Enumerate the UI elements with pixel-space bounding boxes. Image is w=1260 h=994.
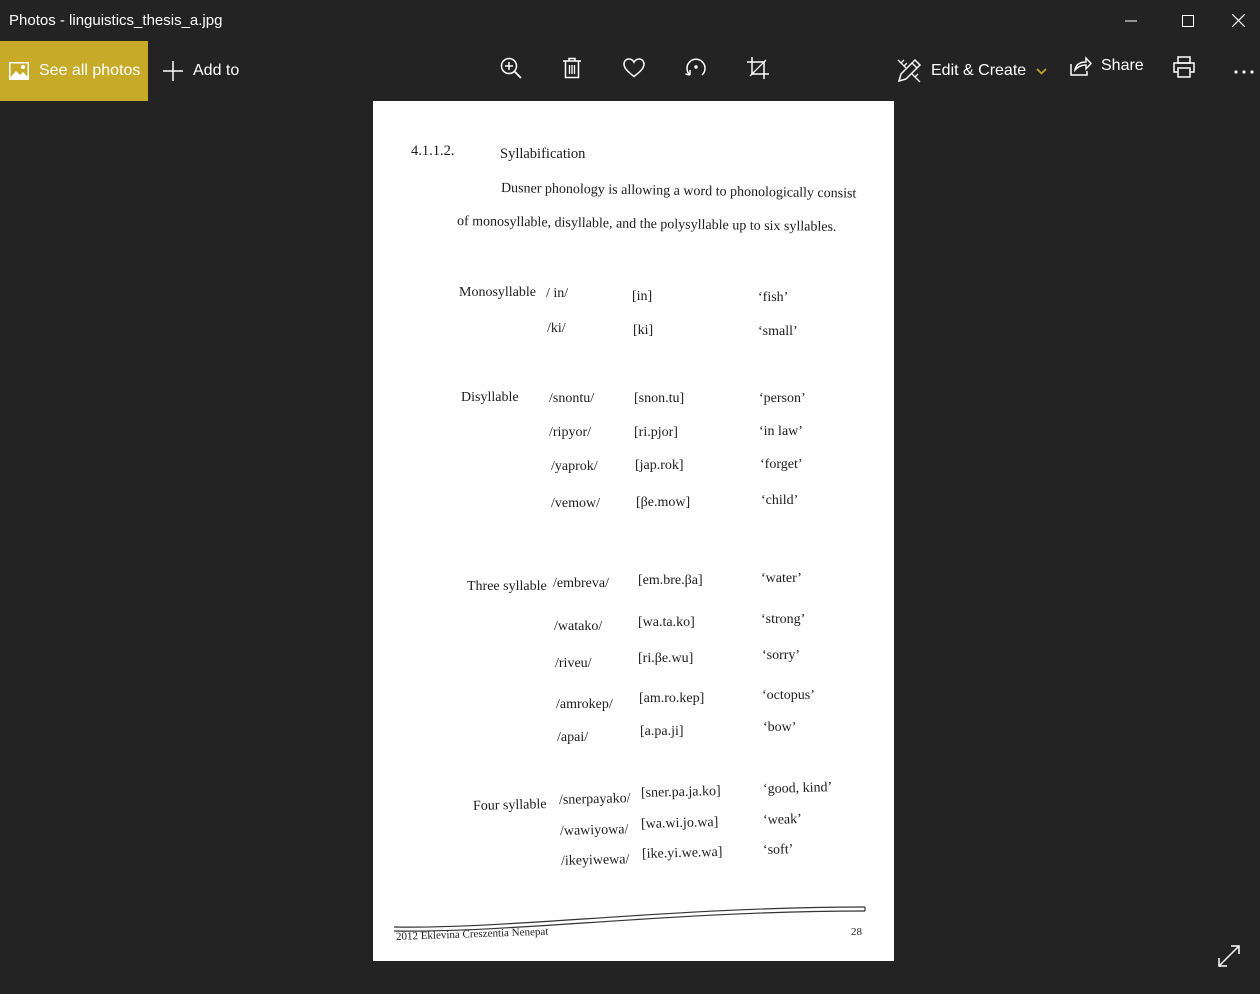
phonemic-form: / in/ <box>546 286 569 301</box>
phonetic-form: [βe.mow] <box>636 495 691 510</box>
gloss: ‘soft’ <box>762 842 794 858</box>
share-label: Share <box>1101 57 1144 74</box>
rotate-icon <box>684 56 708 80</box>
close-icon <box>1231 14 1245 27</box>
group-label-four-syllable: Four syllable <box>472 797 547 814</box>
section-title: Syllabification <box>500 146 586 162</box>
edit-create-icon <box>896 58 922 84</box>
phonetic-form: [a.pa.ji] <box>640 724 684 739</box>
phonetic-form: [sner.pa.ja.ko] <box>640 783 721 801</box>
print-icon <box>1173 56 1195 78</box>
phonemic-form: /ki/ <box>547 321 566 336</box>
phonetic-form: [ki] <box>633 323 654 338</box>
plus-icon <box>162 60 184 82</box>
maximize-button[interactable] <box>1160 0 1216 41</box>
gloss: ‘weak’ <box>762 811 803 828</box>
minimize-icon <box>1125 15 1137 27</box>
share-button[interactable]: Share <box>1070 56 1144 76</box>
crop-button[interactable] <box>743 53 773 83</box>
see-all-photos-button[interactable]: See all photos <box>0 41 148 101</box>
phonetic-form: [wa.wi.jo.wa] <box>640 814 719 832</box>
phonemic-form: /ikeyiwewa/ <box>560 852 630 869</box>
rotate-button[interactable] <box>681 53 711 83</box>
phonemic-form: /amrokep/ <box>556 697 613 712</box>
edit-create-label: Edit & Create <box>931 62 1027 79</box>
edit-create-button[interactable]: Edit & Create <box>896 58 1047 84</box>
phonemic-form: /wawiyowa/ <box>559 822 629 839</box>
phonemic-form: /watako/ <box>554 619 603 634</box>
phonemic-form: /ripyor/ <box>549 425 591 440</box>
paragraph-line-2: of monosyllable, disyllable, and the pol… <box>456 214 837 235</box>
phonemic-form: /apai/ <box>557 730 589 745</box>
maximize-icon <box>1182 14 1194 27</box>
add-to-button[interactable]: Add to <box>162 60 239 82</box>
favorite-button[interactable] <box>619 53 649 83</box>
print-button[interactable] <box>1169 52 1199 82</box>
phonetic-form: [em.bre.βa] <box>638 573 703 588</box>
fullscreen-button[interactable] <box>1216 943 1242 969</box>
more-options-button[interactable] <box>1229 57 1259 87</box>
phonemic-form: /snerpayako/ <box>558 791 631 808</box>
group-label-three-syllable: Three syllable <box>467 579 547 594</box>
phonemic-form: /vemow/ <box>551 496 600 511</box>
phonetic-form: [snon.tu] <box>634 391 685 406</box>
group-label-monosyllable: Monosyllable <box>459 285 536 300</box>
add-to-label: Add to <box>193 62 240 79</box>
photo-page: 4.1.1.2. Syllabification Dusner phonolog… <box>373 101 894 961</box>
phonetic-form: [ike.yi.we.wa] <box>641 844 723 862</box>
group-label-disyllable: Disyllable <box>461 390 519 405</box>
title-bar: Photos - linguistics_thesis_a.jpg <box>0 0 1260 41</box>
gloss: ‘person’ <box>759 391 806 406</box>
chevron-down-icon <box>1036 67 1047 75</box>
phonemic-form: /yaprok/ <box>551 459 598 474</box>
gloss: ‘forget’ <box>760 457 803 472</box>
gloss: ‘strong’ <box>761 612 806 627</box>
gloss: ‘small’ <box>758 324 798 339</box>
zoom-in-icon <box>500 57 522 79</box>
page-number: 28 <box>851 926 862 938</box>
see-all-photos-label: See all photos <box>39 62 141 79</box>
minimize-button[interactable] <box>1103 0 1159 41</box>
window-title: Photos - linguistics_thesis_a.jpg <box>9 12 223 29</box>
delete-icon <box>563 57 581 79</box>
phonetic-form: [wa.ta.ko] <box>638 615 695 630</box>
photos-icon <box>9 62 29 80</box>
heart-icon <box>623 58 645 78</box>
delete-button[interactable] <box>557 53 587 83</box>
gloss: ‘bow’ <box>763 720 797 735</box>
crop-icon <box>747 57 769 79</box>
gloss: ‘in law’ <box>759 424 803 439</box>
phonetic-form: [ri.βe.wu] <box>638 651 694 666</box>
phonetic-form: [in] <box>632 289 653 304</box>
phonemic-form: /snontu/ <box>549 391 595 406</box>
gloss: ‘child’ <box>761 493 799 508</box>
gloss: ‘good, kind’ <box>762 780 833 797</box>
expand-icon <box>1216 943 1242 969</box>
toolbar: See all photos Add to Edit & Create Shar… <box>0 41 1260 101</box>
paragraph-line-1: Dusner phonology is allowing a word to p… <box>500 181 857 202</box>
gloss: ‘water’ <box>761 571 802 586</box>
phonetic-form: [ri.pjor] <box>634 425 678 440</box>
gloss: ‘sorry’ <box>762 648 801 663</box>
phonemic-form: /riveu/ <box>555 656 592 671</box>
phonetic-form: [jap.rok] <box>635 458 684 473</box>
gloss: ‘fish’ <box>758 290 789 305</box>
section-number: 4.1.1.2. <box>411 143 455 159</box>
more-icon <box>1233 69 1255 75</box>
share-icon <box>1070 56 1092 76</box>
gloss: ‘octopus’ <box>762 688 815 703</box>
phonemic-form: /embreva/ <box>553 576 609 591</box>
close-button[interactable] <box>1216 0 1260 41</box>
phonetic-form: [am.ro.kep] <box>639 691 705 706</box>
zoom-in-button[interactable] <box>496 53 526 83</box>
